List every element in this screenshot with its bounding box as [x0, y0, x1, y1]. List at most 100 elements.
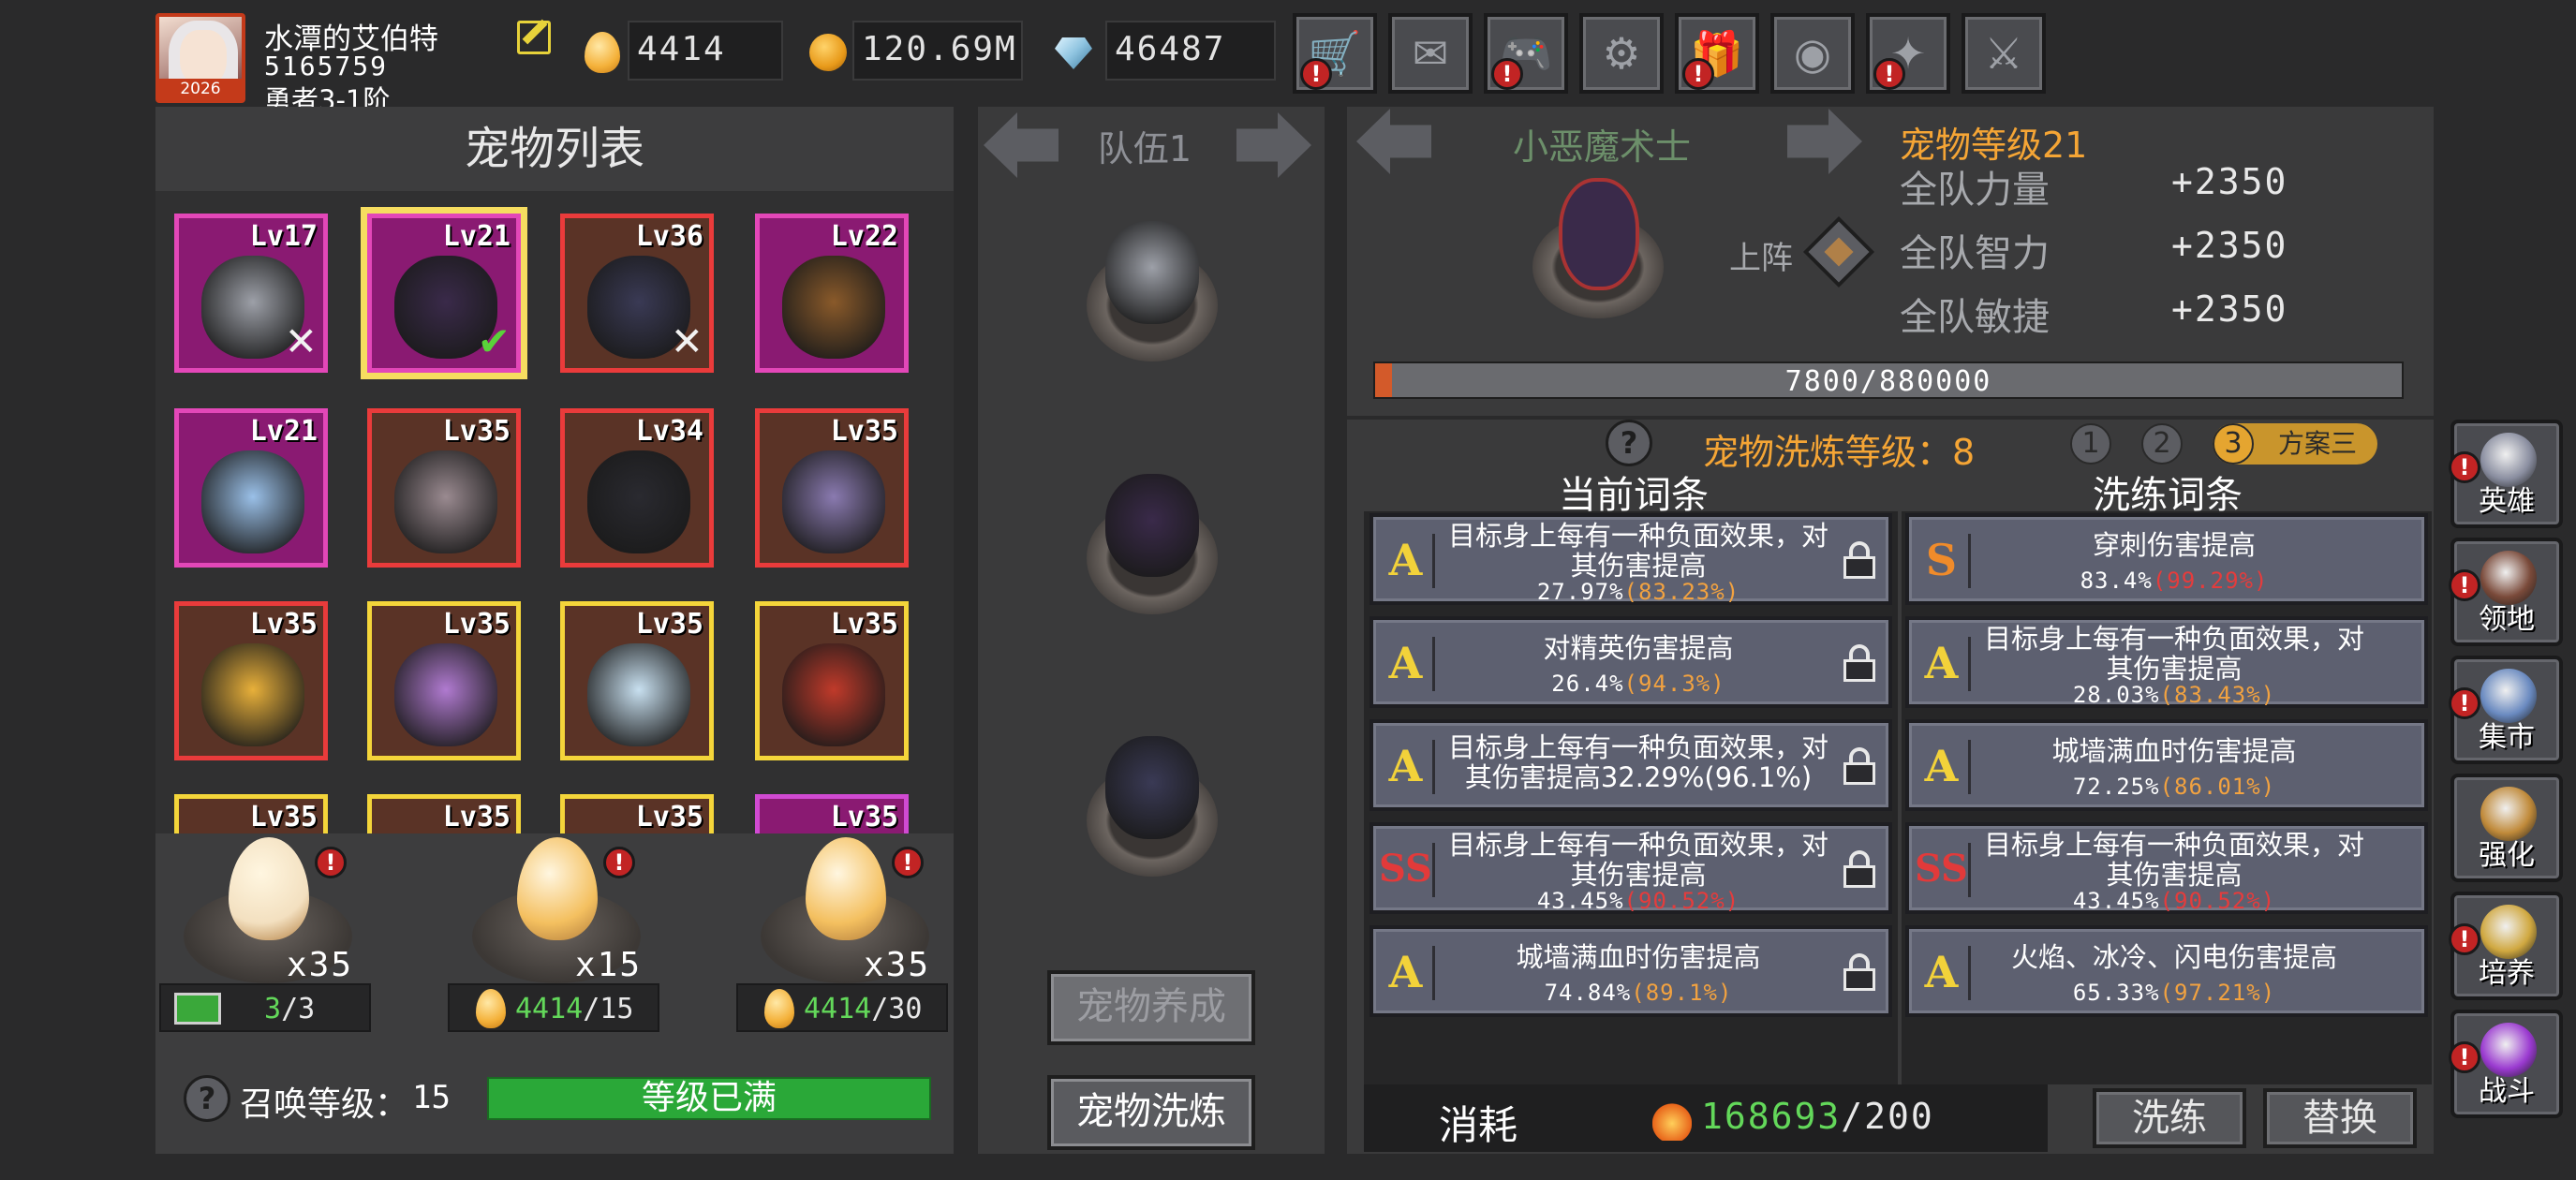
- sword-button[interactable]: ⚔: [1962, 13, 2046, 94]
- pet-exp-bar: 7800/880000: [1373, 361, 2404, 399]
- plan-3-tab[interactable]: 3: [2213, 423, 2254, 465]
- nav-battle-button[interactable]: 战斗!: [2449, 1010, 2563, 1118]
- refine-help-icon[interactable]: ?: [1606, 420, 1652, 466]
- team-pet-sprite: [1105, 221, 1199, 324]
- summon-cost-box[interactable]: 4414/30: [736, 983, 948, 1032]
- sword-icon: ⚔: [1984, 28, 2023, 79]
- team-slot[interactable]: [1068, 474, 1236, 614]
- alert-badge-icon: !: [1491, 58, 1523, 90]
- refine-stone-icon: [1652, 1098, 1692, 1141]
- unlock-icon[interactable]: [1843, 644, 1875, 682]
- unlock-icon[interactable]: [1843, 747, 1875, 785]
- nav-cultivate-button[interactable]: 培养!: [2449, 892, 2563, 1000]
- nav-hero-label: 英雄: [2479, 485, 2535, 518]
- help-icon[interactable]: ?: [184, 1075, 230, 1122]
- player-avatar[interactable]: 2026: [155, 13, 245, 103]
- team-slot[interactable]: [1068, 736, 1236, 877]
- refine-entry[interactable]: A 目标身上每有一种负面效果，对其伤害提高32.29%(96.1%): [1369, 719, 1892, 811]
- edit-name-icon[interactable]: [517, 21, 551, 54]
- entry-value-max: (94.3%): [1623, 671, 1725, 697]
- gold-count: 120.69M: [862, 30, 1017, 68]
- pet-train-button[interactable]: 宠物养成: [1047, 970, 1255, 1045]
- nav-enhance-button[interactable]: 强化: [2450, 774, 2563, 882]
- pet-card[interactable]: Lv34: [560, 408, 714, 568]
- gamepad-button[interactable]: 🎮!: [1484, 13, 1568, 94]
- pet-card[interactable]: Lv35: [367, 601, 521, 760]
- pet-card[interactable]: Lv35: [174, 601, 328, 760]
- alert-badge-icon: !: [2449, 451, 2480, 483]
- entry-text: 火焰、冰冷、闪电伤害提高: [2010, 941, 2337, 973]
- unlock-icon[interactable]: [1843, 850, 1875, 888]
- pet-card[interactable]: Lv35: [755, 794, 909, 833]
- refine-button[interactable]: 洗练: [2093, 1088, 2246, 1148]
- refine-entry[interactable]: A 城墙满血时伤害提高 74.84%(89.1%): [1369, 925, 1892, 1017]
- refine-entry[interactable]: A 对精英伤害提高 26.4%(94.3%): [1369, 616, 1892, 708]
- pet-card[interactable]: Lv35: [755, 601, 909, 760]
- gold-resource: 120.69M: [852, 21, 1023, 81]
- refine-entry[interactable]: A 目标身上每有一种负面效果，对其伤害提高 27.97%(83.23%): [1369, 513, 1892, 605]
- summon-cost-box[interactable]: 3/3: [159, 983, 371, 1032]
- pet-card[interactable]: Lv35: [560, 794, 714, 833]
- grade-badge: A: [1915, 946, 1971, 1000]
- grade-badge: A: [1379, 637, 1435, 691]
- pet-card[interactable]: Lv22: [755, 214, 909, 373]
- pet-level-label: Lv35: [249, 608, 318, 641]
- pet-card[interactable]: Lv17 ✕: [174, 214, 328, 373]
- alert-badge-icon: !: [603, 847, 635, 878]
- pet-card[interactable]: Lv21 ✔: [367, 214, 521, 373]
- entry-value: 65.33%(97.21%): [1971, 980, 2377, 1006]
- pet-card[interactable]: Lv35: [367, 408, 521, 568]
- refine-entry[interactable]: S 穿刺伤害提高 83.4%(99.29%): [1905, 513, 2428, 605]
- summon-egg[interactable]: [229, 837, 309, 940]
- refine-entry[interactable]: A 城墙满血时伤害提高 72.25%(86.01%): [1905, 719, 2428, 811]
- pet-card[interactable]: Lv35: [755, 408, 909, 568]
- pet-card[interactable]: Lv35: [174, 794, 328, 833]
- pet-card[interactable]: Lv35: [560, 601, 714, 760]
- lock-body: [1843, 556, 1875, 579]
- egg-icon: [764, 989, 794, 1028]
- refine-entry[interactable]: SS 目标身上每有一种负面效果，对其伤害提高 43.45%(90.52%): [1369, 822, 1892, 914]
- entry-value: 83.4%(99.29%): [1971, 568, 2377, 594]
- refine-entry[interactable]: A 目标身上每有一种负面效果，对其伤害提高 28.03%(83.43%): [1905, 616, 2428, 708]
- stat-value: +2350: [2171, 161, 2288, 202]
- pet-card[interactable]: Lv21: [174, 408, 328, 568]
- pet-card[interactable]: Lv35: [367, 794, 521, 833]
- nav-market-button[interactable]: 集市!: [2449, 656, 2563, 764]
- summon-egg[interactable]: [517, 837, 598, 940]
- pet-card[interactable]: Lv36 ✕: [560, 214, 714, 373]
- pet-level-label: Lv21: [442, 220, 511, 253]
- nav-battle-label: 战斗: [2479, 1075, 2535, 1108]
- effects-button[interactable]: ✦!: [1866, 13, 1950, 94]
- mail-button[interactable]: ✉: [1388, 13, 1473, 94]
- entry-text: 目标身上每有一种负面效果，对其伤害提高: [1447, 520, 1828, 582]
- shop-cart-button[interactable]: 🛒!: [1293, 13, 1377, 94]
- cost-need: /3: [281, 993, 316, 1025]
- egg-summon-area: ! x35 3/3! x15 4414/15! x35 4414/30: [155, 833, 954, 1045]
- settings-button[interactable]: ⚙: [1579, 13, 1664, 94]
- summon-egg[interactable]: [806, 837, 886, 940]
- nav-hero-button[interactable]: 英雄!: [2449, 420, 2563, 528]
- pet-sprite: [201, 643, 304, 746]
- unlock-icon[interactable]: [1843, 953, 1875, 991]
- pet-level-label: Lv22: [830, 220, 898, 253]
- entry-text: 城墙满血时伤害提高: [1516, 941, 1761, 973]
- summon-cost-box[interactable]: 4414/15: [448, 983, 659, 1032]
- plan-2-tab[interactable]: 2: [2141, 423, 2183, 465]
- team-slot[interactable]: [1068, 221, 1236, 361]
- color-wheel-button[interactable]: ◉: [1770, 13, 1855, 94]
- gift-button[interactable]: 🎁!: [1675, 13, 1759, 94]
- replace-button[interactable]: 替换: [2263, 1088, 2417, 1148]
- refine-entry[interactable]: A 火焰、冰冷、闪电伤害提高 65.33%(97.21%): [1905, 925, 2428, 1017]
- entry-value: 27.97%(83.23%): [1435, 579, 1842, 605]
- refine-entry[interactable]: SS 目标身上每有一种负面效果，对其伤害提高 43.45%(90.52%): [1905, 822, 2428, 914]
- equipped-check-icon: ✔: [477, 318, 511, 364]
- unlock-icon[interactable]: [1843, 541, 1875, 579]
- pet-refine-button[interactable]: 宠物洗炼: [1047, 1075, 1255, 1150]
- entry-value-max: (83.23%): [1623, 579, 1740, 605]
- plan-1-tab[interactable]: 1: [2070, 423, 2111, 465]
- grade-badge: A: [1379, 946, 1435, 1000]
- nav-territory-button[interactable]: 领地!: [2449, 538, 2563, 646]
- color-wheel-icon: ◉: [1793, 28, 1832, 79]
- pet-sprite: [782, 643, 885, 746]
- pet-level-label: Lv35: [442, 801, 511, 833]
